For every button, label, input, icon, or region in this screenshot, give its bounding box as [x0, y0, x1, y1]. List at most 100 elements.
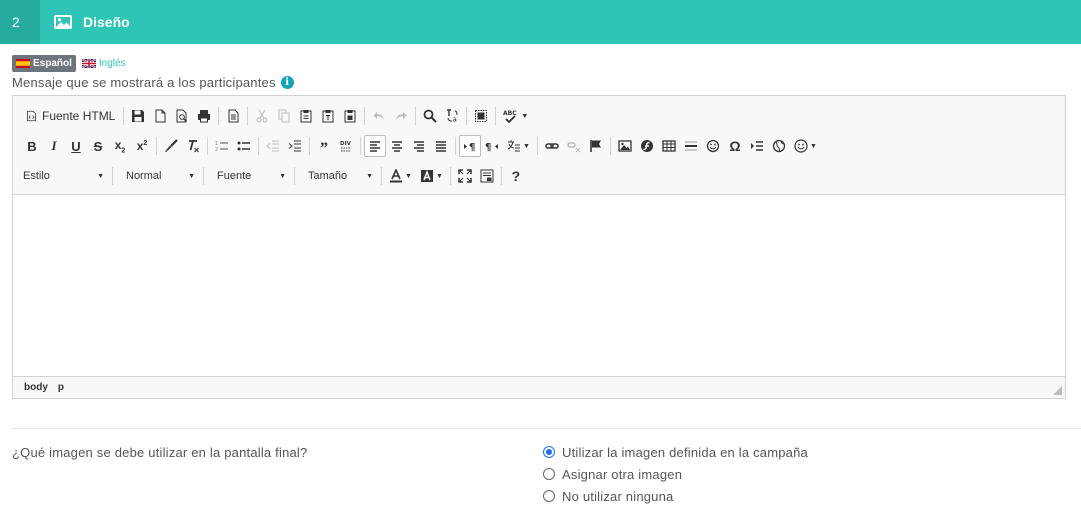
create-div-button[interactable]: DIV: [335, 135, 357, 157]
iframe-button[interactable]: [768, 135, 790, 157]
undo-button[interactable]: [368, 105, 390, 127]
toolbar-separator: [123, 107, 125, 125]
emoji-button[interactable]: ▼: [790, 135, 821, 157]
paste-text-icon: [321, 109, 335, 123]
toolbar-separator: [218, 107, 220, 125]
format-select[interactable]: Normal ▼: [116, 165, 200, 187]
image-button[interactable]: [614, 135, 636, 157]
align-justify-button[interactable]: [430, 135, 452, 157]
save-button[interactable]: [127, 105, 149, 127]
radio-button[interactable]: [543, 446, 555, 458]
final-image-options: Utilizar la imagen definida en la campañ…: [543, 444, 808, 504]
align-right-button[interactable]: [408, 135, 430, 157]
style-select[interactable]: Estilo ▼: [21, 165, 109, 187]
redo-button[interactable]: [390, 105, 412, 127]
horizontal-rule-icon: [684, 139, 698, 153]
element-path-body[interactable]: body: [24, 382, 48, 393]
underline-button[interactable]: U: [65, 135, 87, 157]
outdent-button[interactable]: [262, 135, 284, 157]
editor-toolbar: Fuente HTML a ABC ▼ B I U S x2 x2 1 2 ” …: [13, 96, 1065, 195]
step-header[interactable]: 2 Diseño: [0, 0, 1081, 44]
text-ltr-button[interactable]: ¶: [459, 135, 481, 157]
language-tab-en[interactable]: Inglés: [81, 55, 130, 72]
flash-button[interactable]: [636, 135, 658, 157]
replace-button[interactable]: a: [441, 105, 463, 127]
radio-label: No utilizar ninguna: [562, 488, 674, 504]
bulleted-list-button[interactable]: [233, 135, 255, 157]
smiley-button[interactable]: [702, 135, 724, 157]
chevron-down-icon: ▼: [809, 142, 817, 150]
show-blocks-button[interactable]: [476, 165, 498, 187]
align-justify-icon: [434, 139, 448, 153]
strikethrough-icon: S: [93, 138, 103, 154]
paste-button[interactable]: [295, 105, 317, 127]
new-page-button[interactable]: [149, 105, 171, 127]
text-rtl-button[interactable]: ¶: [481, 135, 503, 157]
italic-icon: I: [51, 138, 57, 153]
language-tab-es[interactable]: Español: [12, 55, 76, 72]
rich-text-editor: Fuente HTML a ABC ▼ B I U S x2 x2 1 2 ” …: [12, 95, 1066, 399]
numbered-list-icon: 12: [215, 139, 229, 153]
toolbar-separator: [360, 137, 361, 155]
anchor-button[interactable]: [585, 135, 607, 157]
toolbar-separator: [309, 137, 310, 155]
unlink-button[interactable]: [563, 135, 585, 157]
radio-button[interactable]: [543, 490, 555, 502]
quote-icon: ”: [320, 139, 328, 157]
numbered-list-button[interactable]: 12: [211, 135, 233, 157]
radio-option-none[interactable]: No utilizar ninguna: [543, 488, 808, 504]
italic-button[interactable]: I: [43, 135, 65, 157]
radio-option-campaign-image[interactable]: Utilizar la imagen definida en la campañ…: [543, 444, 808, 460]
subscript-button[interactable]: x2: [109, 135, 131, 157]
image-icon: [54, 15, 72, 29]
page-break-button[interactable]: [746, 135, 768, 157]
align-center-button[interactable]: [386, 135, 408, 157]
horizontal-rule-button[interactable]: [680, 135, 702, 157]
indent-icon: [288, 139, 302, 153]
radio-option-other-image[interactable]: Asignar otra imagen: [543, 466, 808, 482]
font-select-label: Fuente: [217, 170, 252, 182]
cut-button[interactable]: [251, 105, 273, 127]
align-left-button[interactable]: [364, 135, 386, 157]
copy-button[interactable]: [273, 105, 295, 127]
templates-button[interactable]: [222, 105, 244, 127]
select-all-icon: [474, 109, 488, 123]
language-button[interactable]: ▼: [503, 135, 534, 157]
bold-button[interactable]: B: [21, 135, 43, 157]
background-color-button[interactable]: ▼: [416, 165, 447, 187]
find-button[interactable]: [419, 105, 441, 127]
size-select[interactable]: Tamaño ▼: [298, 165, 378, 187]
align-center-icon: [390, 139, 404, 153]
special-char-button[interactable]: Ω: [724, 135, 746, 157]
select-all-button[interactable]: [470, 105, 492, 127]
editor-content[interactable]: [13, 195, 1065, 376]
paste-text-button[interactable]: [317, 105, 339, 127]
element-path-p[interactable]: p: [58, 382, 64, 393]
link-button[interactable]: [541, 135, 563, 157]
globe-icon: [772, 139, 786, 153]
paste-word-button[interactable]: [339, 105, 361, 127]
preview-button[interactable]: [171, 105, 193, 127]
print-button[interactable]: [193, 105, 215, 127]
indent-button[interactable]: [284, 135, 306, 157]
text-color-button[interactable]: ▼: [385, 165, 416, 187]
maximize-button[interactable]: [454, 165, 476, 187]
text-color-icon: [389, 169, 403, 183]
strikethrough-button[interactable]: S: [87, 135, 109, 157]
font-select[interactable]: Fuente ▼: [207, 165, 291, 187]
table-button[interactable]: [658, 135, 680, 157]
bold-icon: B: [27, 138, 37, 154]
info-icon[interactable]: i: [280, 76, 294, 89]
copy-format-button[interactable]: [160, 135, 182, 157]
toolbar-separator: [294, 167, 295, 185]
resize-grip-icon[interactable]: [1053, 386, 1062, 395]
chevron-down-icon: ▼: [366, 172, 373, 180]
spellcheck-button[interactable]: ABC ▼: [499, 105, 532, 127]
remove-format-button[interactable]: [182, 135, 204, 157]
about-button[interactable]: ?: [505, 165, 527, 187]
blockquote-button[interactable]: ”: [313, 135, 335, 157]
source-button[interactable]: Fuente HTML: [21, 105, 120, 127]
language-label: Español: [33, 58, 72, 69]
superscript-button[interactable]: x2: [131, 135, 153, 157]
radio-button[interactable]: [543, 468, 555, 480]
